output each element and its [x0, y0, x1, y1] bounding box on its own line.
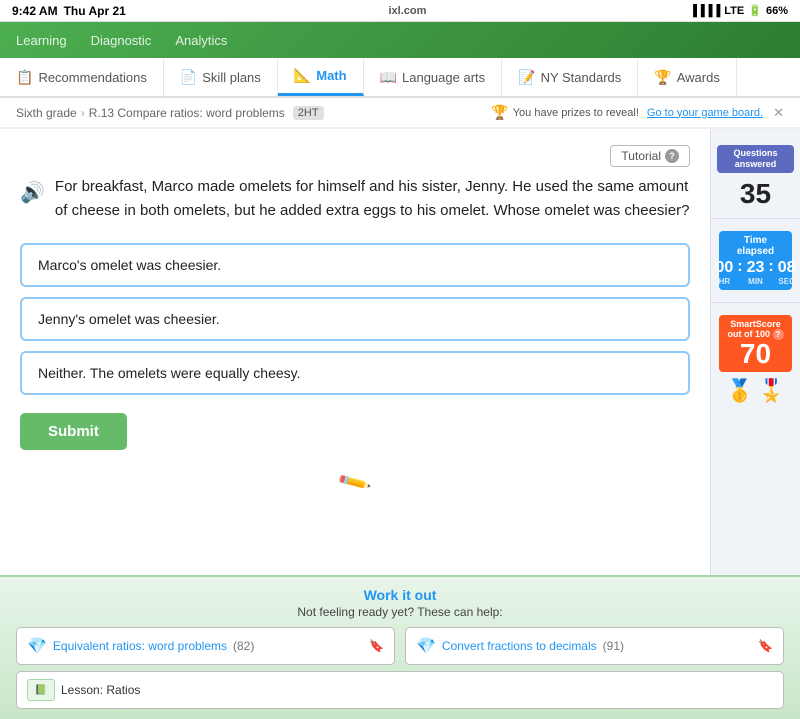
time-elapsed-section: Timeelapsed 00 HR : 23 MIN : 08 SEC: [711, 219, 800, 303]
answer-option-1[interactable]: Marco's omelet was cheesier.: [20, 243, 690, 287]
status-bar: 9:42 AM Thu Apr 21 ixl.com ▐▐▐▐ LTE 🔋 66…: [0, 0, 800, 22]
question-area: Tutorial ? 🔊 For breakfast, Marco made o…: [0, 129, 710, 575]
work-it-out-subtitle: Not feeling ready yet? These can help:: [16, 605, 784, 619]
lte-label: LTE: [724, 5, 744, 17]
status-right: ▐▐▐▐ LTE 🔋 66%: [689, 4, 788, 17]
nav-analytics[interactable]: Analytics: [175, 33, 227, 48]
breadcrumb-tag: 2HT: [293, 106, 324, 120]
bookmark-icon-2[interactable]: 🔖: [758, 639, 773, 653]
lesson-card[interactable]: 📗 Lesson: Ratios: [16, 671, 784, 709]
smart-score-box: SmartScoreout of 100 ? 70: [719, 315, 792, 372]
prize-close-icon[interactable]: ✕: [773, 105, 784, 121]
questions-answered-section: Questionsanswered 35: [711, 137, 800, 219]
status-left: 9:42 AM Thu Apr 21: [12, 4, 126, 18]
main-layout: Tutorial ? 🔊 For breakfast, Marco made o…: [0, 129, 800, 575]
speaker-icon[interactable]: 🔊: [20, 177, 45, 209]
pencil-icon[interactable]: ✏️: [337, 465, 374, 501]
diamond-icon-2: 💎: [416, 636, 436, 656]
skill-plans-icon: 📄: [180, 69, 197, 86]
questions-answered-label: Questionsanswered: [722, 148, 789, 170]
prize-text: You have prizes to reveal!: [513, 107, 639, 119]
time-sec: 08: [778, 259, 796, 277]
lesson-label: Lesson: Ratios: [61, 683, 140, 697]
work-it-out-section: Work it out Not feeling ready yet? These…: [0, 575, 800, 719]
lesson-icon: 📗: [27, 679, 55, 701]
prize-trophy-icon: 🏆: [491, 104, 508, 121]
top-nav: Learning Diagnostic Analytics: [0, 22, 800, 58]
nav-learning[interactable]: Learning: [16, 33, 67, 48]
gold-badge: 🥇: [726, 378, 753, 404]
time-hr: 00: [715, 259, 733, 277]
ny-standards-icon: 📝: [518, 69, 535, 86]
breadcrumb-sep: ›: [81, 106, 85, 120]
sidebar: Questionsanswered 35 Timeelapsed 00 HR :…: [710, 129, 800, 575]
bookmark-icon-1[interactable]: 🔖: [369, 639, 384, 653]
tab-math[interactable]: 📐 Math: [278, 58, 364, 96]
tutorial-row: Tutorial ?: [20, 145, 690, 167]
resource-link-2[interactable]: Convert fractions to decimals: [442, 639, 597, 653]
smart-score-label: SmartScoreout of 100 ?: [725, 319, 786, 340]
signal-icon: ▐▐▐▐: [689, 5, 720, 17]
status-domain: ixl.com: [389, 5, 427, 17]
breadcrumb: Sixth grade › R.13 Compare ratios: word …: [0, 98, 800, 128]
breadcrumb-prize-row: Sixth grade › R.13 Compare ratios: word …: [0, 98, 800, 129]
question-text: 🔊 For breakfast, Marco made omelets for …: [20, 175, 690, 223]
resource-card-1[interactable]: 💎 Equivalent ratios: word problems (82) …: [16, 627, 395, 665]
answer-option-2[interactable]: Jenny's omelet was cheesier.: [20, 297, 690, 341]
time-box: Timeelapsed 00 HR : 23 MIN : 08 SEC: [719, 231, 792, 290]
resource-count-1: (82): [233, 639, 254, 653]
time-label: Timeelapsed: [725, 235, 786, 257]
tab-skill-plans[interactable]: 📄 Skill plans: [164, 58, 278, 96]
battery-icon: 🔋: [748, 4, 762, 17]
smart-score-value: 70: [725, 340, 786, 368]
status-time: 9:42 AM: [12, 4, 58, 18]
math-icon: 📐: [294, 67, 311, 84]
resource-cards: 💎 Equivalent ratios: word problems (82) …: [16, 627, 784, 665]
blue-badge: 🎖️: [758, 378, 785, 404]
questions-answered-count: 35: [715, 177, 796, 211]
pencil-area: ✏️: [20, 460, 690, 506]
work-it-out-title: Work it out: [16, 587, 784, 603]
recommendations-icon: 📋: [16, 69, 33, 86]
battery-level: 66%: [766, 5, 788, 17]
badges: 🥇 🎖️: [715, 378, 796, 404]
language-arts-icon: 📖: [380, 69, 397, 86]
min-label: MIN: [747, 277, 765, 286]
tab-bar: 📋 Recommendations 📄 Skill plans 📐 Math 📖…: [0, 58, 800, 98]
time-digits: 00 HR : 23 MIN : 08 SEC: [725, 259, 786, 286]
answer-option-3[interactable]: Neither. The omelets were equally cheesy…: [20, 351, 690, 395]
tutorial-button[interactable]: Tutorial ?: [610, 145, 690, 167]
status-day: Thu Apr 21: [64, 4, 126, 18]
breadcrumb-grade: Sixth grade: [16, 106, 77, 120]
prize-link[interactable]: Go to your game board.: [647, 107, 763, 119]
diamond-icon-1: 💎: [27, 636, 47, 656]
resource-card-2[interactable]: 💎 Convert fractions to decimals (91) 🔖: [405, 627, 784, 665]
sec-label: SEC: [778, 277, 796, 286]
resource-link-1[interactable]: Equivalent ratios: word problems: [53, 639, 227, 653]
tab-language-arts[interactable]: 📖 Language arts: [364, 58, 503, 96]
time-min: 23: [747, 259, 765, 277]
tab-ny-standards[interactable]: 📝 NY Standards: [502, 58, 638, 96]
smart-score-section: SmartScoreout of 100 ? 70 🥇 🎖️: [711, 303, 800, 418]
awards-icon: 🏆: [654, 69, 671, 86]
tab-recommendations[interactable]: 📋 Recommendations: [0, 58, 164, 96]
hr-label: HR: [715, 277, 733, 286]
resource-count-2: (91): [603, 639, 624, 653]
tab-awards[interactable]: 🏆 Awards: [638, 58, 737, 96]
submit-button[interactable]: Submit: [20, 413, 127, 450]
tutorial-info-icon: ?: [665, 149, 679, 163]
breadcrumb-skill: R.13 Compare ratios: word problems: [89, 106, 285, 120]
nav-diagnostic[interactable]: Diagnostic: [91, 33, 152, 48]
